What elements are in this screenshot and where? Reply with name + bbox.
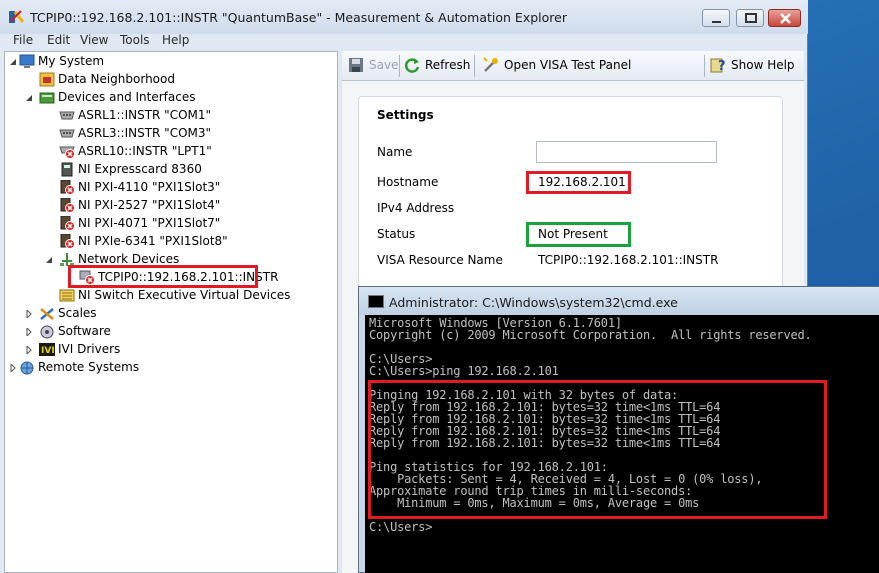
close-button[interactable] (768, 9, 801, 27)
tree-item-label: Software (58, 324, 111, 338)
device-icon (61, 162, 73, 177)
tree-item-label: NI Expresscard 8360 (78, 162, 202, 176)
refresh-icon (404, 58, 420, 73)
cmd-window-title: Administrator: C:\Windows\system32\cmd.e… (389, 295, 678, 310)
maximize-icon (745, 13, 757, 23)
toolbar: Save Refresh Open VISA Test Panel ? Show… (342, 51, 804, 81)
console-line: C:\Users> (369, 520, 433, 534)
computer-icon (19, 54, 35, 68)
parallel-port-error-icon (59, 146, 75, 159)
window-title: TCPIP0::192.168.2.101::INSTR "QuantumBas… (30, 10, 567, 25)
device-error-icon (60, 198, 75, 213)
toolbar-separator (474, 55, 475, 77)
configuration-tree[interactable]: My System Data Neighborhood Devices and … (4, 51, 338, 573)
selected-item-highlight (68, 265, 258, 288)
tree-item-label: NI PXI-4071 "PXI1Slot7" (78, 216, 221, 230)
software-icon (40, 325, 54, 339)
menu-tools[interactable]: Tools (120, 33, 150, 47)
devices-icon (39, 92, 55, 104)
name-label: Name (377, 145, 413, 159)
menu-bar: File Edit View Tools Help (0, 31, 808, 50)
svg-text:?: ? (718, 59, 726, 73)
settings-panel: Settings Name Hostname 192.168.2.101 IPv… (358, 96, 783, 296)
ivi-icon: IVI (39, 343, 55, 356)
cmd-window: Administrator: C:\Windows\system32\cmd.e… (358, 286, 879, 573)
toolbar-separator (399, 55, 400, 77)
minimize-icon (712, 21, 721, 23)
title-bar[interactable]: TCPIP0::192.168.2.101::INSTR "QuantumBas… (0, 0, 808, 34)
expand-twisty-icon[interactable] (25, 310, 33, 318)
data-neighborhood-icon (39, 72, 55, 87)
device-error-icon (60, 216, 75, 231)
save-label: Save (369, 58, 399, 72)
tree-item-label: Data Neighborhood (58, 72, 175, 86)
tree-item-label: IVI Drivers (58, 342, 121, 356)
help-icon: ? (710, 58, 726, 73)
collapse-twisty-icon[interactable] (25, 94, 33, 102)
visa-test-panel-icon (483, 57, 498, 72)
refresh-label: Refresh (425, 58, 471, 72)
tree-item-label: ASRL3::INSTR "COM3" (78, 126, 212, 140)
collapse-twisty-icon[interactable] (9, 58, 17, 66)
status-highlight (526, 222, 631, 247)
menu-view[interactable]: View (80, 33, 108, 47)
mae-app-icon (9, 10, 24, 23)
ipv4-address-label: IPv4 Address (377, 201, 455, 215)
console-output[interactable]: Microsoft Windows [Version 6.1.7601] Cop… (365, 315, 879, 573)
show-help-label: Show Help (731, 58, 795, 72)
expand-twisty-icon[interactable] (25, 328, 33, 336)
serial-port-icon (59, 111, 75, 120)
serial-port-icon (59, 129, 75, 138)
tree-item-label: Network Devices (78, 252, 180, 266)
hostname-highlight (526, 171, 631, 194)
tree-item-label: Scales (58, 306, 97, 320)
minimize-button[interactable] (702, 9, 730, 27)
expand-twisty-icon[interactable] (9, 364, 17, 372)
visa-resource-name-value: TCPIP0::192.168.2.101::INSTR (538, 253, 719, 267)
toolbar-separator (704, 55, 705, 77)
visa-resource-name-label: VISA Resource Name (377, 253, 503, 267)
cmd-title-bar[interactable]: Administrator: C:\Windows\system32\cmd.e… (359, 287, 879, 315)
svg-text:IVI: IVI (41, 346, 55, 356)
maximize-button[interactable] (736, 9, 764, 27)
close-icon (780, 13, 791, 24)
switch-executive-icon (59, 289, 75, 302)
cmd-app-icon (368, 295, 384, 308)
scales-icon (40, 308, 54, 320)
menu-file[interactable]: File (13, 33, 33, 47)
collapse-twisty-icon[interactable] (45, 256, 53, 264)
expand-twisty-icon[interactable] (25, 346, 33, 354)
status-label: Status (377, 227, 416, 241)
tree-item-label: Remote Systems (38, 360, 140, 374)
menu-edit[interactable]: Edit (47, 33, 70, 47)
console-line: Copyright (c) 2009 Microsoft Corporation… (369, 328, 812, 342)
tree-item-label: NI PXI-2527 "PXI1Slot4" (78, 198, 221, 212)
tree-item-label: ASRL1::INSTR "COM1" (78, 108, 212, 122)
tree-item-label: ASRL10::INSTR "LPT1" (78, 144, 212, 158)
hostname-label: Hostname (377, 175, 439, 189)
tree-item-label: My System (38, 54, 105, 68)
console-line: C:\Users>ping 192.168.2.101 (369, 364, 559, 378)
device-error-icon (60, 234, 75, 249)
ping-output-highlight (368, 380, 827, 519)
tree-item-label: NI PXIe-6341 "PXI1Slot8" (78, 234, 228, 248)
device-error-icon (60, 180, 75, 195)
tree-item-label: NI PXI-4110 "PXI1Slot3" (78, 180, 221, 194)
tree-item-label: NI Switch Executive Virtual Devices (78, 288, 291, 302)
tree-item-label: Devices and Interfaces (58, 90, 196, 104)
open-visa-test-panel-label: Open VISA Test Panel (504, 58, 632, 72)
remote-systems-icon (20, 361, 34, 375)
settings-title: Settings (377, 108, 434, 122)
save-icon (349, 58, 363, 72)
menu-help[interactable]: Help (162, 33, 189, 47)
name-input[interactable] (536, 141, 717, 163)
